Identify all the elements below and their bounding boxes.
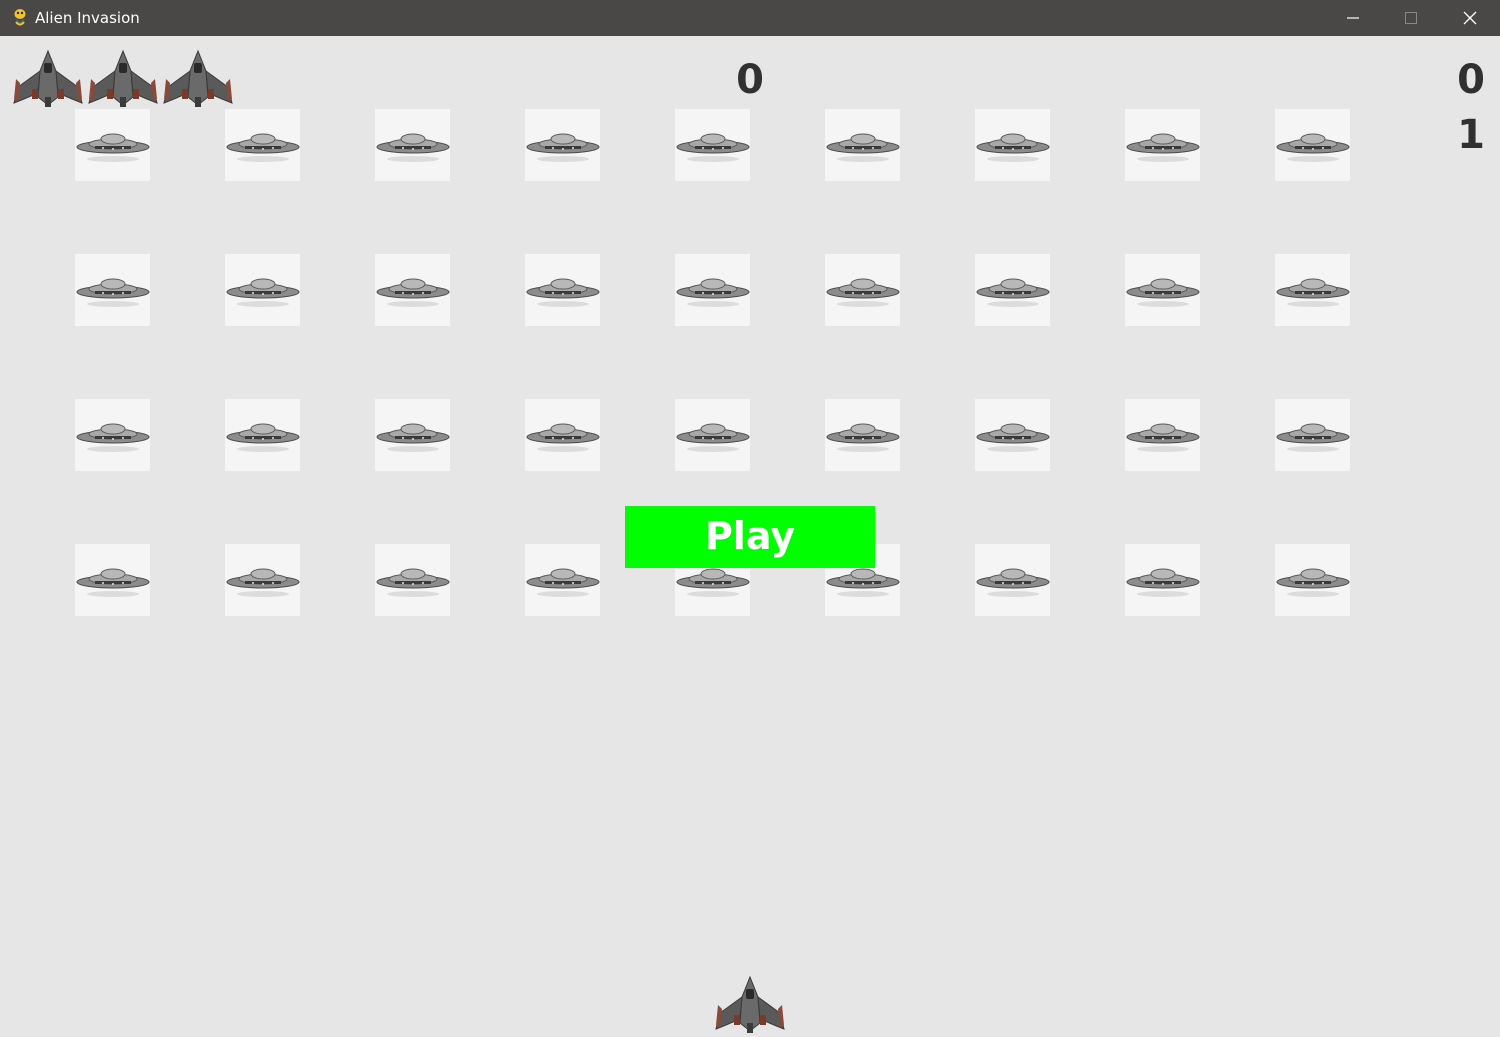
alien-ufo [1125,544,1200,616]
high-score: 0 [1457,57,1485,103]
alien-ufo [225,254,300,326]
alien-ufo [675,109,750,181]
alien-ufo [975,544,1050,616]
alien-ufo [1275,544,1350,616]
maximize-button[interactable] [1382,0,1440,36]
alien-ufo [375,109,450,181]
alien-ufo [825,254,900,326]
play-button[interactable]: Play [625,506,875,568]
alien-ufo [975,254,1050,326]
minimize-button[interactable] [1324,0,1382,36]
alien-ufo [375,544,450,616]
alien-ufo [525,254,600,326]
alien-ufo [1125,109,1200,181]
alien-ufo [1275,254,1350,326]
alien-ufo [975,109,1050,181]
alien-ufo [75,544,150,616]
alien-ufo [75,109,150,181]
close-icon [1463,11,1477,25]
alien-ufo [225,399,300,471]
current-score: 0 [736,57,764,103]
alien-ufo [675,399,750,471]
alien-ufo [375,254,450,326]
game-area[interactable]: 0 0 1 Play [0,37,1500,1037]
player-ship [714,975,786,1035]
title-bar[interactable]: Alien Invasion [0,0,1500,36]
alien-ufo [825,109,900,181]
window-title: Alien Invasion [35,9,140,27]
alien-ufo [225,544,300,616]
alien-ufo [525,399,600,471]
alien-ufo [675,254,750,326]
pygame-snake-icon [14,9,26,26]
alien-ufo [825,399,900,471]
alien-ufo [225,109,300,181]
alien-ufo [525,109,600,181]
alien-ufo [375,399,450,471]
ship-life-icon [162,49,234,109]
alien-ufo [1125,254,1200,326]
ship-life-icon [12,49,84,109]
alien-ufo [75,254,150,326]
close-button[interactable] [1441,0,1499,36]
game-window: Alien Invasion 0 0 1 Play [0,0,1500,1037]
maximize-icon [1405,12,1417,24]
ship-life-icon [87,49,159,109]
alien-ufo [1275,109,1350,181]
alien-ufo [975,399,1050,471]
alien-ufo [1125,399,1200,471]
level-indicator: 1 [1457,112,1485,158]
alien-ufo [75,399,150,471]
alien-ufo [1275,399,1350,471]
alien-ufo [525,544,600,616]
minimize-icon [1347,17,1359,19]
